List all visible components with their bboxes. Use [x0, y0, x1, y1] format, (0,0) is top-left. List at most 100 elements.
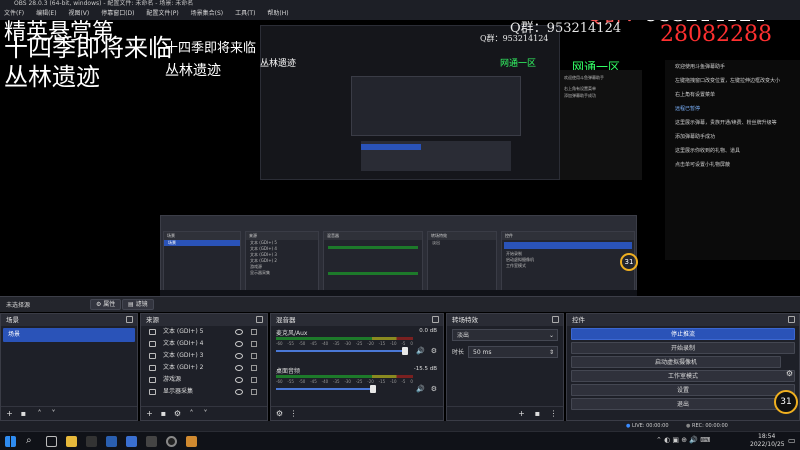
- menu-view[interactable]: 视图(V): [68, 8, 89, 20]
- menu-docks[interactable]: 停靠窗口(D): [101, 8, 134, 20]
- duration-row: 时长 50 ms ⇕: [452, 346, 558, 360]
- game-source-icon: [149, 377, 156, 383]
- filters-button[interactable]: ▤ 滤镜: [122, 299, 154, 310]
- danmaku-chat-panel: 欢迎使用斗鱼弹幕助手 左键拖拽窗口改变位置，左键拉伸边框改变大小 右上角有设置菜…: [665, 60, 800, 260]
- rec-status: ● REC: 00:00:00: [686, 423, 728, 429]
- add-transition-button[interactable]: +: [517, 409, 526, 418]
- source-down-button[interactable]: ˅: [201, 409, 210, 418]
- menu-tools[interactable]: 工具(T): [235, 8, 255, 20]
- start-virtual-camera-button[interactable]: 启动虚拟摄像机: [571, 356, 781, 368]
- menu-edit[interactable]: 编辑(E): [36, 8, 56, 20]
- settings-button[interactable]: 设置: [571, 384, 795, 396]
- slider-handle[interactable]: [370, 385, 376, 393]
- popout-icon[interactable]: [552, 316, 559, 323]
- game-app-icon[interactable]: [86, 436, 97, 447]
- scene-down-button[interactable]: ˅: [49, 409, 58, 418]
- eye-icon[interactable]: [235, 353, 243, 359]
- mixer-menu-icon[interactable]: ⋮: [289, 409, 298, 418]
- add-scene-button[interactable]: +: [5, 409, 14, 418]
- overlay-title-line2: 十四季即将来临: [4, 34, 172, 62]
- transition-select[interactable]: 淡出 ⌄: [452, 329, 558, 341]
- scene-item[interactable]: 场景: [3, 328, 135, 342]
- eye-icon[interactable]: [235, 365, 243, 371]
- overlay-title-line3: 丛林遗迹: [4, 63, 100, 91]
- lock-icon[interactable]: [251, 365, 257, 371]
- sources-dock: 来源 文本 (GDI+) 5 文本 (GDI+) 4 文本 (GDI+) 3 文…: [140, 313, 268, 421]
- advanced-audio-icon[interactable]: ⚙: [275, 409, 284, 418]
- steam-icon[interactable]: [106, 436, 117, 447]
- studio-mode-button[interactable]: 工作室模式: [571, 370, 795, 382]
- remove-scene-button[interactable]: ▪: [19, 409, 28, 418]
- volume-slider[interactable]: [276, 385, 376, 393]
- lock-icon[interactable]: [251, 329, 257, 335]
- duration-input[interactable]: 50 ms ⇕: [468, 346, 558, 358]
- monitor-source-icon: [149, 389, 156, 395]
- lock-icon[interactable]: [251, 389, 257, 395]
- source-item[interactable]: 文本 (GDI+) 4: [141, 338, 267, 350]
- lock-icon[interactable]: [251, 377, 257, 383]
- game-launcher-icon[interactable]: [126, 436, 137, 447]
- window-title: OBS 28.0.3 (64-bit, windows) - 配置文件: 未命名…: [14, 0, 194, 7]
- slider-handle[interactable]: [402, 347, 408, 355]
- search-icon[interactable]: ⌕: [26, 435, 32, 446]
- lock-icon[interactable]: [251, 341, 257, 347]
- game-app-icon-2[interactable]: [146, 436, 157, 447]
- menu-profile[interactable]: 配置文件(P): [146, 8, 178, 20]
- source-up-button[interactable]: ˄: [187, 409, 196, 418]
- notification-icon[interactable]: ▭: [788, 436, 796, 445]
- speaker-icon[interactable]: 🔊: [416, 385, 425, 393]
- menu-scene-collection[interactable]: 场景集合(S): [191, 8, 224, 20]
- live-status: ● LIVE: 00:00:00: [626, 423, 669, 429]
- source-item[interactable]: 文本 (GDI+) 5: [141, 326, 267, 338]
- controls-dock-title: 控件: [572, 316, 585, 324]
- virtual-camera-gear-icon[interactable]: ⚙: [786, 369, 793, 378]
- lock-icon[interactable]: [251, 353, 257, 359]
- tray-icons[interactable]: ⌃ ◐ ▣ ⊕ 🔊 ⌨: [656, 436, 710, 444]
- properties-button[interactable]: ⚙ 属性: [90, 299, 122, 310]
- popout-icon[interactable]: [432, 316, 439, 323]
- qq-number-secondary: 28082288: [660, 22, 772, 47]
- popout-icon[interactable]: [788, 316, 795, 323]
- gear-icon[interactable]: ⚙: [431, 347, 437, 355]
- eye-icon[interactable]: [235, 377, 243, 383]
- source-item[interactable]: 文本 (GDI+) 2: [141, 362, 267, 374]
- channel-db: 0.0 dB: [419, 328, 437, 334]
- stop-streaming-button[interactable]: 停止推流: [571, 328, 795, 340]
- menu-file[interactable]: 文件(F): [4, 8, 24, 20]
- start-recording-button[interactable]: 开始录制: [571, 342, 795, 354]
- volume-slider[interactable]: [276, 347, 408, 355]
- transition-select-row: 淡出 ⌄: [452, 329, 558, 343]
- source-item[interactable]: 显示器采集: [141, 386, 267, 398]
- source-properties-button[interactable]: ⚙: [173, 409, 182, 418]
- gear-icon[interactable]: ⚙: [431, 385, 437, 393]
- eye-icon[interactable]: [235, 329, 243, 335]
- scene-up-button[interactable]: ˄: [35, 409, 44, 418]
- remove-source-button[interactable]: ▪: [159, 409, 168, 418]
- task-view-icon[interactable]: [46, 436, 57, 447]
- overlay-title-echo-3: 丛林遗迹: [260, 59, 297, 69]
- file-explorer-icon[interactable]: [66, 436, 77, 447]
- remove-transition-button[interactable]: ▪: [533, 409, 542, 418]
- obs-icon[interactable]: [166, 436, 177, 447]
- popout-icon[interactable]: [256, 316, 263, 323]
- windows-start-icon[interactable]: [5, 436, 16, 447]
- transition-menu-icon[interactable]: ⋮: [549, 409, 558, 418]
- source-item[interactable]: 文本 (GDI+) 3: [141, 350, 267, 362]
- source-item[interactable]: 游戏源: [141, 374, 267, 386]
- exit-button[interactable]: 退出: [571, 398, 795, 410]
- add-source-button[interactable]: +: [145, 409, 154, 418]
- preview-canvas[interactable]: 精英悬赏第 十四季即将来临 丛林遗迹 十四季即将来临 丛林遗迹 丛林遗迹 Q群：…: [0, 20, 800, 296]
- eye-icon[interactable]: [235, 389, 243, 395]
- cpu-gauge: 31: [774, 390, 798, 414]
- menu-help[interactable]: 帮助(H): [267, 8, 288, 20]
- chat-line: 这里展示你收到的礼物、道具: [675, 148, 741, 154]
- speaker-icon[interactable]: 🔊: [416, 347, 425, 355]
- chat-line: 添加弹幕助手成功: [675, 134, 716, 140]
- sources-dock-title: 来源: [146, 316, 159, 324]
- popout-icon[interactable]: [126, 316, 133, 323]
- taskbar-time[interactable]: 18:54: [758, 433, 775, 440]
- taskbar-date[interactable]: 2022/10/25: [750, 441, 785, 448]
- overlay-title-echo-1: 十四季即将来临: [165, 41, 257, 56]
- app-icon[interactable]: [186, 436, 197, 447]
- eye-icon[interactable]: [235, 341, 243, 347]
